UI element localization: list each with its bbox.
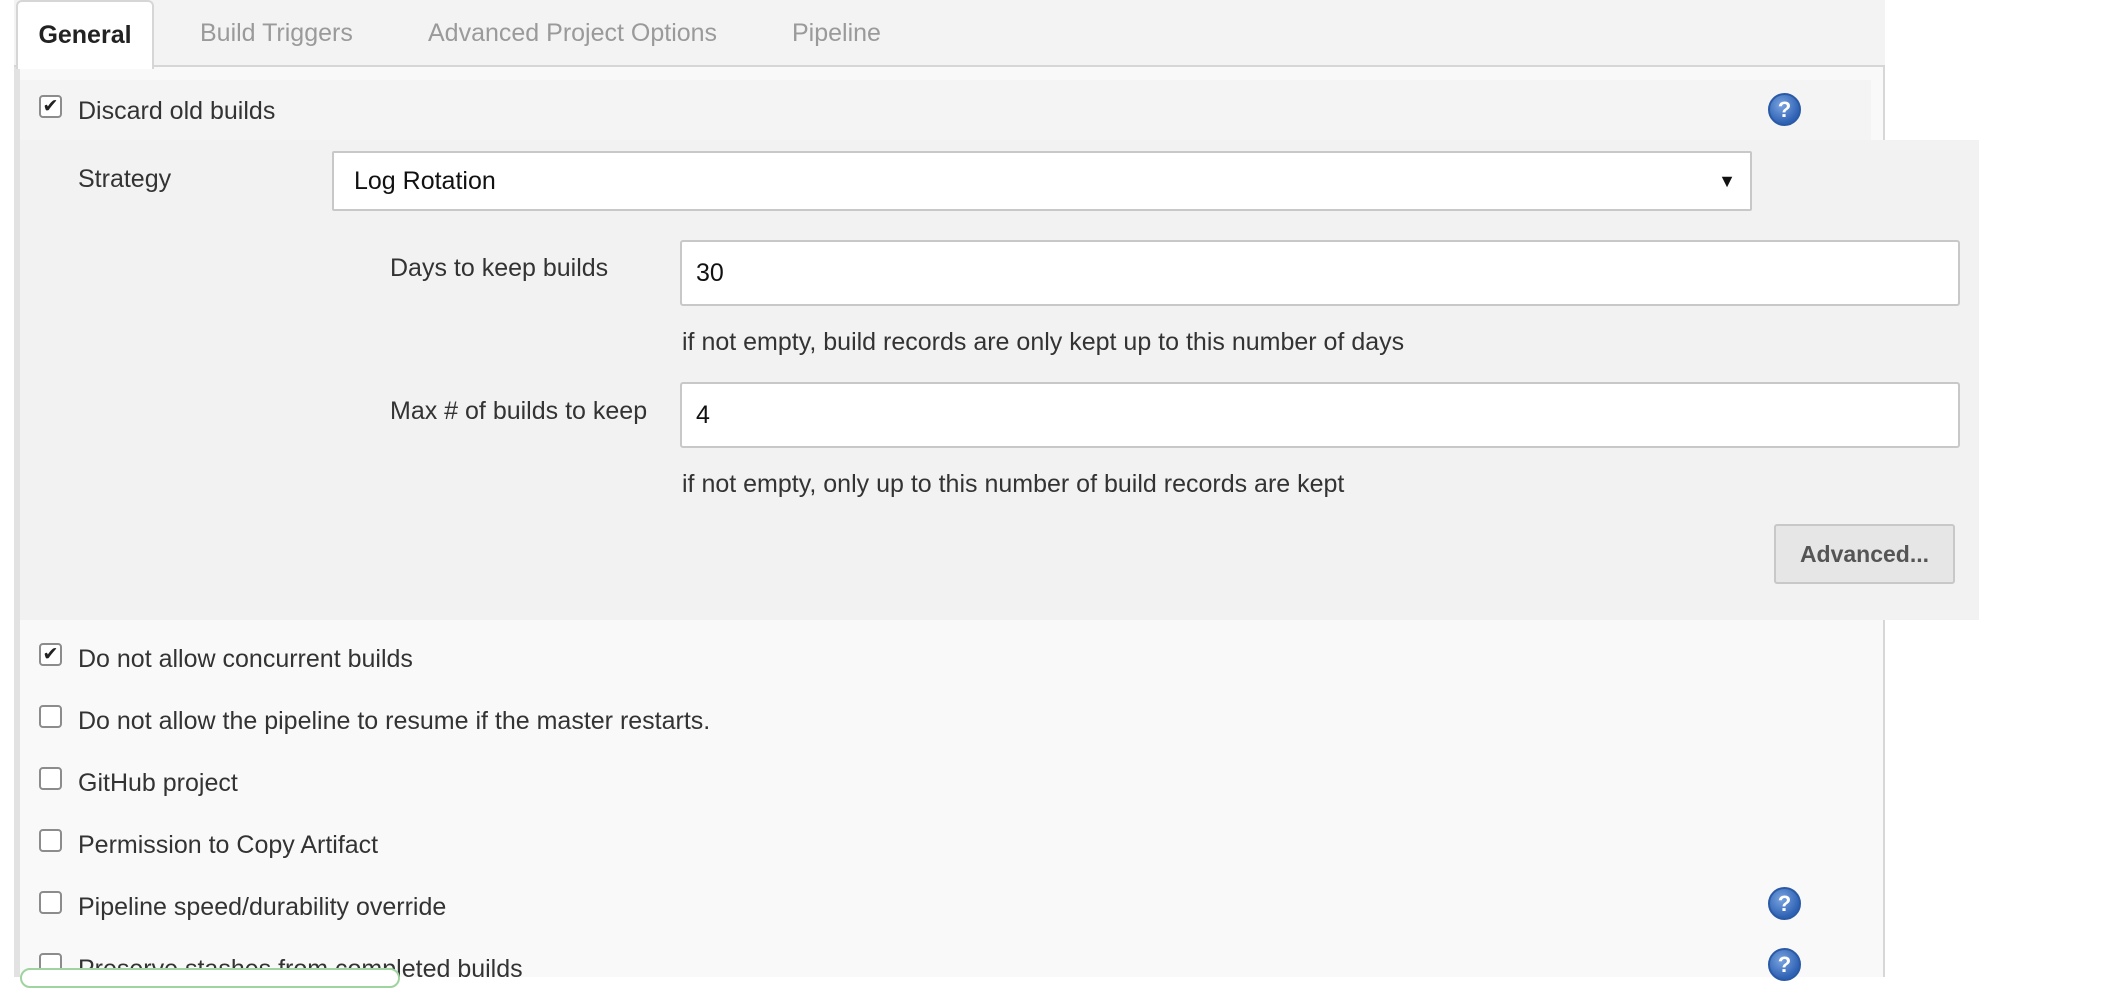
- github-project-label: GitHub project: [78, 769, 238, 797]
- strategy-value: Log Rotation: [354, 167, 496, 195]
- pipeline-resume-label: Do not allow the pipeline to resume if t…: [78, 707, 711, 735]
- discard-old-builds-checkbox[interactable]: ✔: [39, 95, 62, 118]
- days-to-keep-hint: if not empty, build records are only kep…: [682, 328, 1405, 356]
- concurrent-builds-label: Do not allow concurrent builds: [78, 645, 413, 673]
- concurrent-builds-checkbox[interactable]: ✔: [39, 643, 62, 666]
- checkmark-icon: ✔: [42, 96, 59, 117]
- caret-down-icon: ▼: [1718, 171, 1736, 191]
- strategy-select[interactable]: Log Rotation ▼: [332, 151, 1752, 211]
- tab-general[interactable]: General: [16, 0, 154, 69]
- max-builds-label: Max # of builds to keep: [390, 397, 648, 425]
- days-to-keep-input[interactable]: 30: [680, 240, 1960, 306]
- tab-build-triggers[interactable]: Build Triggers: [200, 0, 353, 67]
- help-icon[interactable]: ?: [1768, 887, 1801, 920]
- help-icon[interactable]: ?: [1768, 948, 1801, 981]
- checkmark-icon: ✔: [42, 644, 59, 665]
- advanced-button[interactable]: Advanced...: [1774, 524, 1955, 584]
- strategy-label: Strategy: [78, 165, 172, 193]
- pipeline-resume-checkbox[interactable]: [39, 705, 62, 728]
- durability-override-label: Pipeline speed/durability override: [78, 893, 447, 921]
- durability-override-checkbox[interactable]: [39, 891, 62, 914]
- status-indicator: [20, 968, 400, 988]
- discard-old-builds-section: [20, 140, 1979, 620]
- help-icon[interactable]: ?: [1768, 93, 1801, 126]
- discard-old-builds-label: Discard old builds: [78, 97, 276, 125]
- discard-old-builds-row: [20, 80, 1871, 140]
- copy-artifact-checkbox[interactable]: [39, 829, 62, 852]
- copy-artifact-label: Permission to Copy Artifact: [78, 831, 379, 859]
- github-project-checkbox[interactable]: [39, 767, 62, 790]
- tab-bar: General Build Triggers Advanced Project …: [14, 0, 1885, 69]
- tab-pipeline[interactable]: Pipeline: [792, 0, 881, 67]
- max-builds-input[interactable]: 4: [680, 382, 1960, 448]
- tab-advanced-project-options[interactable]: Advanced Project Options: [428, 0, 717, 67]
- max-builds-hint: if not empty, only up to this number of …: [682, 470, 1345, 498]
- days-to-keep-label: Days to keep builds: [390, 254, 609, 282]
